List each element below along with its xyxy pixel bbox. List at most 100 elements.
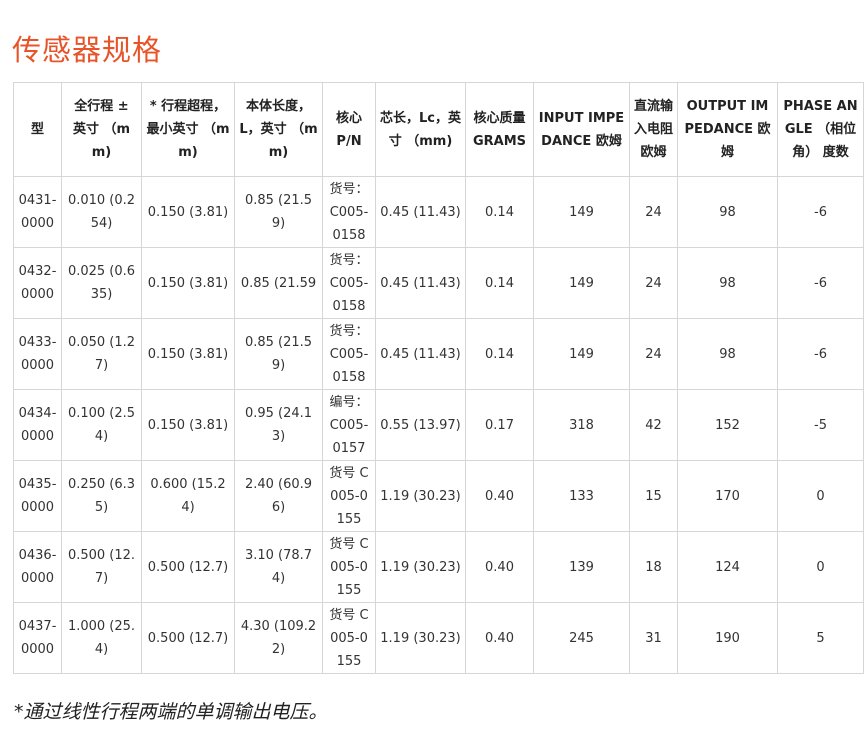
cell-overtravel: 0.150 (3.81) (141, 247, 235, 319)
table-row: 0431-0000 0.010 (0.254) 0.150 (3.81) 0.85 (… (13, 176, 864, 248)
cell-core-length: 0.45 (11.43) (375, 247, 466, 319)
cell-model: 0436-0000 (13, 531, 62, 603)
cell-overtravel: 0.150 (3.81) (141, 176, 235, 248)
footnote: *通过线性行程两端的单调输出电压。 (14, 701, 328, 723)
cell-model: 0437-0000 (13, 602, 62, 674)
cell-output-impedance: 98 (677, 176, 778, 248)
table-row: 0436-0000 0.500 (12.7) 0.500 (12.7) 3.10 (7… (13, 531, 864, 603)
cell-core-length: 1.19 (30.23) (375, 460, 466, 532)
cell-core-length: 1.19 (30.23) (375, 602, 466, 674)
cell-dc-resistance: 15 (629, 460, 678, 532)
cell-overtravel: 0.500 (12.7) (141, 531, 235, 603)
cell-core-length: 1.19 (30.23) (375, 531, 466, 603)
header-cell: 型 (13, 82, 62, 177)
table-row: 0432-0000 0.025 (0.635) 0.150 (3.81) 0.85 (… (13, 247, 864, 319)
cell-body-length: 0.95 (24.13) (234, 389, 323, 461)
cell-body-length: 0.85 (21.59) (234, 176, 323, 248)
header-cell: 全行程 ± 英寸 （mm) (61, 82, 142, 177)
cell-body-length: 0.85 (21.59 (234, 247, 323, 319)
cell-model: 0433-0000 (13, 318, 62, 390)
cell-phase-angle: 5 (777, 602, 864, 674)
cell-input-impedance: 149 (533, 318, 630, 390)
cell-output-impedance: 124 (677, 531, 778, 603)
cell-model: 0434-0000 (13, 389, 62, 461)
cell-dc-resistance: 18 (629, 531, 678, 603)
cell-overtravel: 0.600 (15.24) (141, 460, 235, 532)
cell-dc-resistance: 31 (629, 602, 678, 674)
cell-stroke: 0.250 (6.35) (61, 460, 142, 532)
table-row: 0433-0000 0.050 (1.27) 0.150 (3.81) 0.85 (2… (13, 318, 864, 390)
header-cell: * 行程超程，最小英寸 （mm) (141, 82, 235, 177)
cell-dc-resistance: 24 (629, 247, 678, 319)
table-header-row: 型 全行程 ± 英寸 （mm) * 行程超程，最小英寸 （mm) 本体长度，L，… (13, 82, 864, 177)
cell-input-impedance: 318 (533, 389, 630, 461)
cell-output-impedance: 152 (677, 389, 778, 461)
cell-phase-angle: -6 (777, 247, 864, 319)
cell-core-pn: 货号：C005-0158 (322, 247, 376, 319)
cell-core-mass: 0.14 (465, 318, 534, 390)
cell-body-length: 3.10 (78.74) (234, 531, 323, 603)
cell-input-impedance: 245 (533, 602, 630, 674)
cell-core-mass: 0.14 (465, 176, 534, 248)
cell-stroke: 0.500 (12.7) (61, 531, 142, 603)
cell-core-pn: 货号 C005-0155 (322, 602, 376, 674)
cell-core-pn: 编号：C005-0157 (322, 389, 376, 461)
cell-core-length: 0.45 (11.43) (375, 176, 466, 248)
cell-core-mass: 0.40 (465, 602, 534, 674)
cell-core-mass: 0.14 (465, 247, 534, 319)
header-cell: INPUT IMPEDANCE 欧姆 (533, 82, 630, 177)
cell-core-length: 0.55 (13.97) (375, 389, 466, 461)
page-title: 传感器规格 (12, 33, 163, 67)
table-row: 0434-0000 0.100 (2.54) 0.150 (3.81) 0.95 (2… (13, 389, 864, 461)
cell-output-impedance: 190 (677, 602, 778, 674)
cell-overtravel: 0.150 (3.81) (141, 318, 235, 390)
cell-stroke: 0.010 (0.254) (61, 176, 142, 248)
cell-phase-angle: -6 (777, 318, 864, 390)
cell-model: 0432-0000 (13, 247, 62, 319)
cell-body-length: 4.30 (109.22) (234, 602, 323, 674)
cell-phase-angle: -5 (777, 389, 864, 461)
cell-core-pn: 货号 C005-0155 (322, 460, 376, 532)
cell-stroke: 0.025 (0.635) (61, 247, 142, 319)
header-cell: 直流输入电阻欧姆 (629, 82, 678, 177)
cell-input-impedance: 139 (533, 531, 630, 603)
header-cell: 本体长度，L，英寸 （mm) (234, 82, 323, 177)
table-row: 0437-0000 1.000 (25.4) 0.500 (12.7) 4.30 (1… (13, 602, 864, 674)
cell-output-impedance: 170 (677, 460, 778, 532)
table-body: 0431-0000 0.010 (0.254) 0.150 (3.81) 0.85 (… (13, 176, 864, 674)
cell-input-impedance: 133 (533, 460, 630, 532)
cell-phase-angle: -6 (777, 176, 864, 248)
cell-core-mass: 0.40 (465, 531, 534, 603)
cell-body-length: 0.85 (21.59) (234, 318, 323, 390)
cell-output-impedance: 98 (677, 318, 778, 390)
cell-model: 0435-0000 (13, 460, 62, 532)
cell-phase-angle: 0 (777, 531, 864, 603)
cell-input-impedance: 149 (533, 176, 630, 248)
header-cell: OUTPUT IMPEDANCE 欧姆 (677, 82, 778, 177)
cell-overtravel: 0.150 (3.81) (141, 389, 235, 461)
cell-phase-angle: 0 (777, 460, 864, 532)
cell-input-impedance: 149 (533, 247, 630, 319)
cell-core-mass: 0.40 (465, 460, 534, 532)
cell-model: 0431-0000 (13, 176, 62, 248)
cell-core-pn: 货号：C005-0158 (322, 176, 376, 248)
header-cell: PHASE ANGLE （相位角） 度数 (777, 82, 864, 177)
header-cell: 核心 P/N (322, 82, 376, 177)
cell-stroke: 0.100 (2.54) (61, 389, 142, 461)
cell-overtravel: 0.500 (12.7) (141, 602, 235, 674)
cell-body-length: 2.40 (60.96) (234, 460, 323, 532)
cell-dc-resistance: 42 (629, 389, 678, 461)
cell-core-length: 0.45 (11.43) (375, 318, 466, 390)
cell-core-mass: 0.17 (465, 389, 534, 461)
header-cell: 核心质量 GRAMS (465, 82, 534, 177)
spec-table: 型 全行程 ± 英寸 （mm) * 行程超程，最小英寸 （mm) 本体长度，L，… (13, 82, 864, 674)
cell-stroke: 1.000 (25.4) (61, 602, 142, 674)
cell-dc-resistance: 24 (629, 176, 678, 248)
cell-output-impedance: 98 (677, 247, 778, 319)
header-cell: 芯长，Lc，英寸 （mm) (375, 82, 466, 177)
table-row: 0435-0000 0.250 (6.35) 0.600 (15.24) 2.40 (… (13, 460, 864, 532)
cell-core-pn: 货号：C005-0158 (322, 318, 376, 390)
cell-stroke: 0.050 (1.27) (61, 318, 142, 390)
cell-dc-resistance: 24 (629, 318, 678, 390)
cell-core-pn: 货号 C005-0155 (322, 531, 376, 603)
